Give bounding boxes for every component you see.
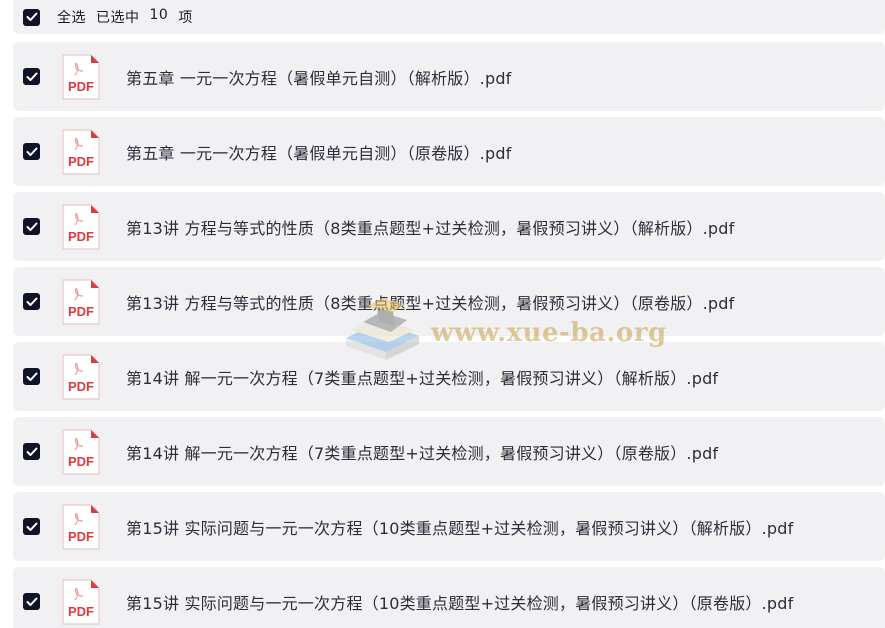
file-checkbox[interactable] — [23, 443, 40, 460]
file-checkbox[interactable] — [23, 593, 40, 610]
checkmark-icon — [26, 12, 37, 21]
file-name[interactable]: 第13讲 方程与等式的性质（8类重点题型+过关检测，暑假预习讲义）（解析版）.p… — [126, 215, 734, 239]
selected-prefix: 已选中 — [96, 10, 140, 26]
pdf-icon-wrapper: PDF — [61, 353, 101, 401]
selected-count: 10 — [149, 7, 169, 23]
pdf-file-icon: PDF — [62, 353, 100, 400]
pdf-icon-wrapper: PDF — [61, 503, 101, 551]
file-row[interactable]: PDF 第13讲 方程与等式的性质（8类重点题型+过关检测，暑假预习讲义）（解析版… — [13, 192, 885, 261]
selected-suffix: 项 — [178, 10, 193, 26]
pdf-icon-label: PDF — [68, 604, 94, 619]
checkmark-icon — [26, 372, 37, 381]
pdf-icon-wrapper: PDF — [61, 278, 101, 326]
pdf-file-icon: PDF — [62, 53, 100, 100]
file-row[interactable]: PDF 第五章 一元一次方程（暑假单元自测）（原卷版）.pdf — [13, 117, 885, 186]
file-row[interactable]: PDF 第五章 一元一次方程（暑假单元自测）（解析版）.pdf — [13, 42, 885, 111]
pdf-icon-wrapper: PDF — [61, 53, 101, 101]
file-checkbox[interactable] — [23, 518, 40, 535]
pdf-icon-label: PDF — [68, 304, 94, 319]
checkmark-icon — [26, 297, 37, 306]
pdf-icon-wrapper: PDF — [61, 203, 101, 251]
pdf-file-icon: PDF — [62, 278, 100, 325]
select-all-label: 全选 — [57, 10, 86, 26]
pdf-icon-label: PDF — [68, 154, 94, 169]
checkmark-icon — [26, 522, 37, 531]
pdf-file-icon: PDF — [62, 503, 100, 550]
pdf-icon-wrapper: PDF — [61, 428, 101, 476]
file-row[interactable]: PDF 第14讲 解一元一次方程（7类重点题型+过关检测，暑假预习讲义）（原卷版）… — [13, 417, 885, 486]
file-checkbox[interactable] — [23, 218, 40, 235]
pdf-icon-label: PDF — [68, 79, 94, 94]
file-checkbox[interactable] — [23, 68, 40, 85]
pdf-icon-label: PDF — [68, 379, 94, 394]
file-row[interactable]: PDF 第15讲 实际问题与一元一次方程（10类重点题型+过关检测，暑假预习讲义）… — [13, 567, 885, 628]
file-checkbox[interactable] — [23, 143, 40, 160]
file-list: PDF 第五章 一元一次方程（暑假单元自测）（解析版）.pdf PDF 第五章 一元一… — [13, 42, 885, 628]
pdf-icon-label: PDF — [68, 454, 94, 469]
pdf-icon-label: PDF — [68, 529, 94, 544]
checkmark-icon — [26, 222, 37, 231]
file-row[interactable]: PDF 第14讲 解一元一次方程（7类重点题型+过关检测，暑假预习讲义）（解析版）… — [13, 342, 885, 411]
checkmark-icon — [26, 597, 37, 606]
checkmark-icon — [26, 72, 37, 81]
file-checkbox[interactable] — [23, 368, 40, 385]
file-name[interactable]: 第14讲 解一元一次方程（7类重点题型+过关检测，暑假预习讲义）（原卷版）.pd… — [126, 440, 718, 464]
file-selection-page: 全选 已选中 10 项 PDF 第五章 一元一次方程（暑假单元自测）（解析版）.p… — [0, 0, 885, 628]
file-row[interactable]: PDF 第15讲 实际问题与一元一次方程（10类重点题型+过关检测，暑假预习讲义）… — [13, 492, 885, 561]
file-name[interactable]: 第14讲 解一元一次方程（7类重点题型+过关检测，暑假预习讲义）（解析版）.pd… — [126, 365, 718, 389]
pdf-file-icon: PDF — [62, 128, 100, 175]
file-name[interactable]: 第13讲 方程与等式的性质（8类重点题型+过关检测，暑假预习讲义）（原卷版）.p… — [126, 290, 734, 314]
file-name[interactable]: 第五章 一元一次方程（暑假单元自测）（原卷版）.pdf — [126, 140, 512, 164]
pdf-icon-wrapper: PDF — [61, 128, 101, 176]
file-row[interactable]: PDF 第13讲 方程与等式的性质（8类重点题型+过关检测，暑假预习讲义）（原卷版… — [13, 267, 885, 336]
checkmark-icon — [26, 447, 37, 456]
file-name[interactable]: 第五章 一元一次方程（暑假单元自测）（解析版）.pdf — [126, 65, 512, 89]
pdf-file-icon: PDF — [62, 578, 100, 625]
pdf-file-icon: PDF — [62, 428, 100, 475]
select-all-bar[interactable]: 全选 已选中 10 项 — [13, 0, 885, 34]
select-all-checkbox[interactable] — [23, 8, 40, 26]
pdf-icon-label: PDF — [68, 229, 94, 244]
checkmark-icon — [26, 147, 37, 156]
file-name[interactable]: 第15讲 实际问题与一元一次方程（10类重点题型+过关检测，暑假预习讲义）（解析… — [126, 515, 793, 539]
file-checkbox[interactable] — [23, 293, 40, 310]
file-name[interactable]: 第15讲 实际问题与一元一次方程（10类重点题型+过关检测，暑假预习讲义）（原卷… — [126, 590, 793, 614]
pdf-file-icon: PDF — [62, 203, 100, 250]
select-all-label-group: 全选 已选中 10 项 — [57, 7, 193, 27]
pdf-icon-wrapper: PDF — [61, 578, 101, 626]
